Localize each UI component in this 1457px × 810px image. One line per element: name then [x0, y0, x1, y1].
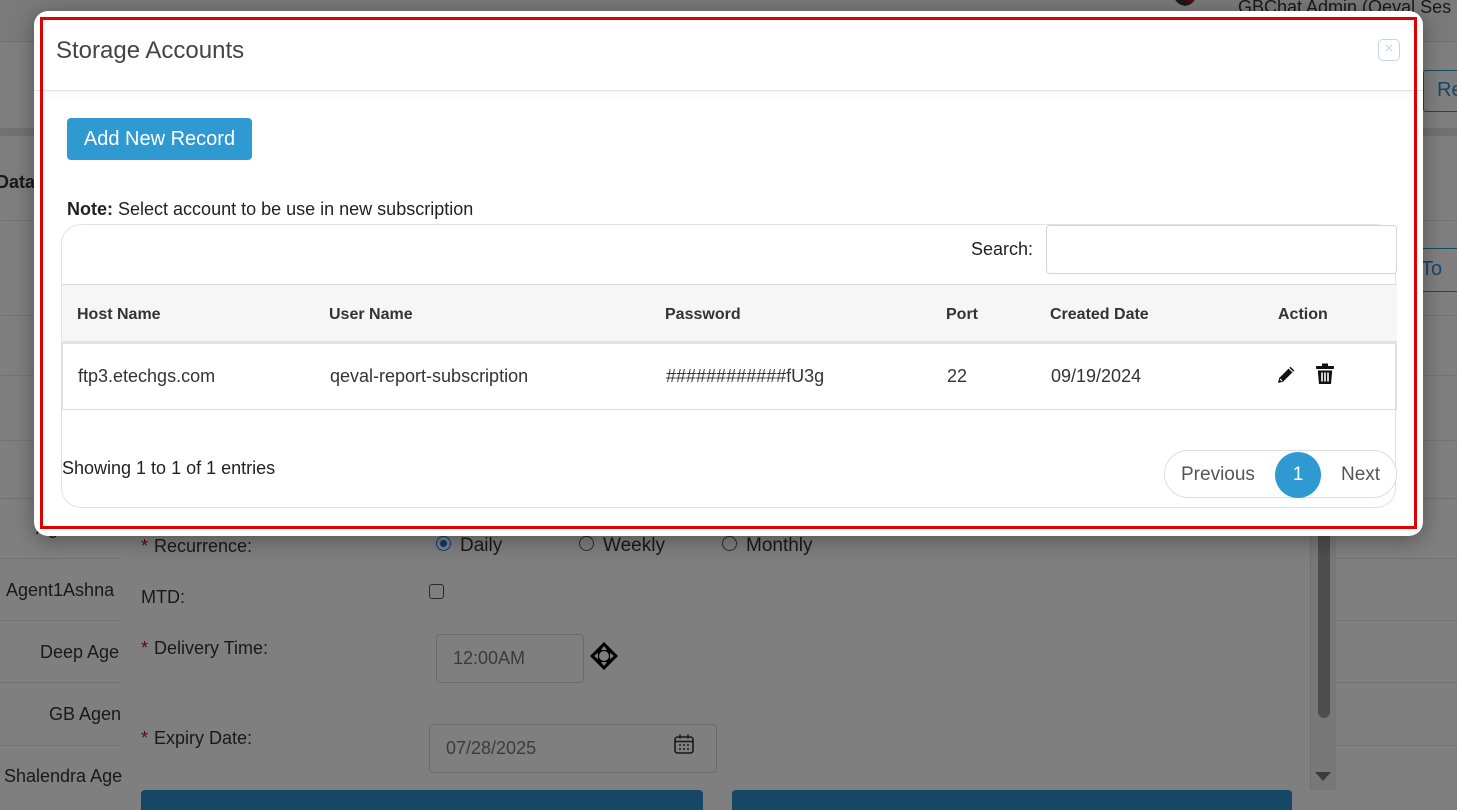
column-header-port[interactable]: Port — [946, 306, 978, 324]
note-label: Note: — [67, 199, 113, 219]
cell-host-name: ftp3.etechgs.com — [78, 366, 216, 386]
note: Note: Select account to be use in new su… — [67, 199, 473, 220]
storage-accounts-modal: Storage Accounts × Add New Record Note: … — [34, 11, 1423, 536]
showing-entries-info: Showing 1 to 1 of 1 entries — [62, 458, 276, 478]
search-label: Search: — [971, 239, 1034, 259]
storage-accounts-table: Search: Host Name User Name Password Por… — [61, 224, 1397, 508]
add-new-record-button[interactable]: Add New Record — [67, 118, 252, 160]
table-header: Host Name User Name Password Port Create… — [62, 284, 1397, 344]
page-1-button[interactable]: 1 — [1275, 452, 1321, 498]
pagination: Previous 1 Next — [1164, 450, 1397, 498]
column-header-host-name[interactable]: Host Name — [77, 306, 161, 324]
previous-page-button[interactable]: Previous — [1181, 464, 1255, 486]
modal-title: Storage Accounts — [56, 37, 245, 64]
column-header-action: Action — [1278, 306, 1328, 323]
cell-created-date: 09/19/2024 — [1051, 366, 1142, 386]
modal-header: Storage Accounts × — [34, 11, 1423, 91]
note-text: Select account to be use in new subscrip… — [118, 199, 474, 219]
edit-pencil-icon[interactable] — [1275, 364, 1297, 386]
column-header-user-name[interactable]: User Name — [329, 306, 413, 324]
column-header-created-date[interactable]: Created Date — [1050, 306, 1149, 324]
delete-trash-icon[interactable] — [1315, 363, 1335, 385]
cell-user-name: qeval-report-subscription — [330, 366, 529, 386]
cell-password: ############fU3g — [666, 366, 825, 386]
column-header-password[interactable]: Password — [665, 306, 741, 324]
next-page-button[interactable]: Next — [1341, 464, 1380, 486]
table-row[interactable]: ftp3.etechgs.com qeval-report-subscripti… — [62, 344, 1397, 410]
close-icon[interactable]: × — [1378, 39, 1400, 61]
cell-port: 22 — [947, 366, 968, 386]
search-input[interactable] — [1046, 225, 1397, 274]
